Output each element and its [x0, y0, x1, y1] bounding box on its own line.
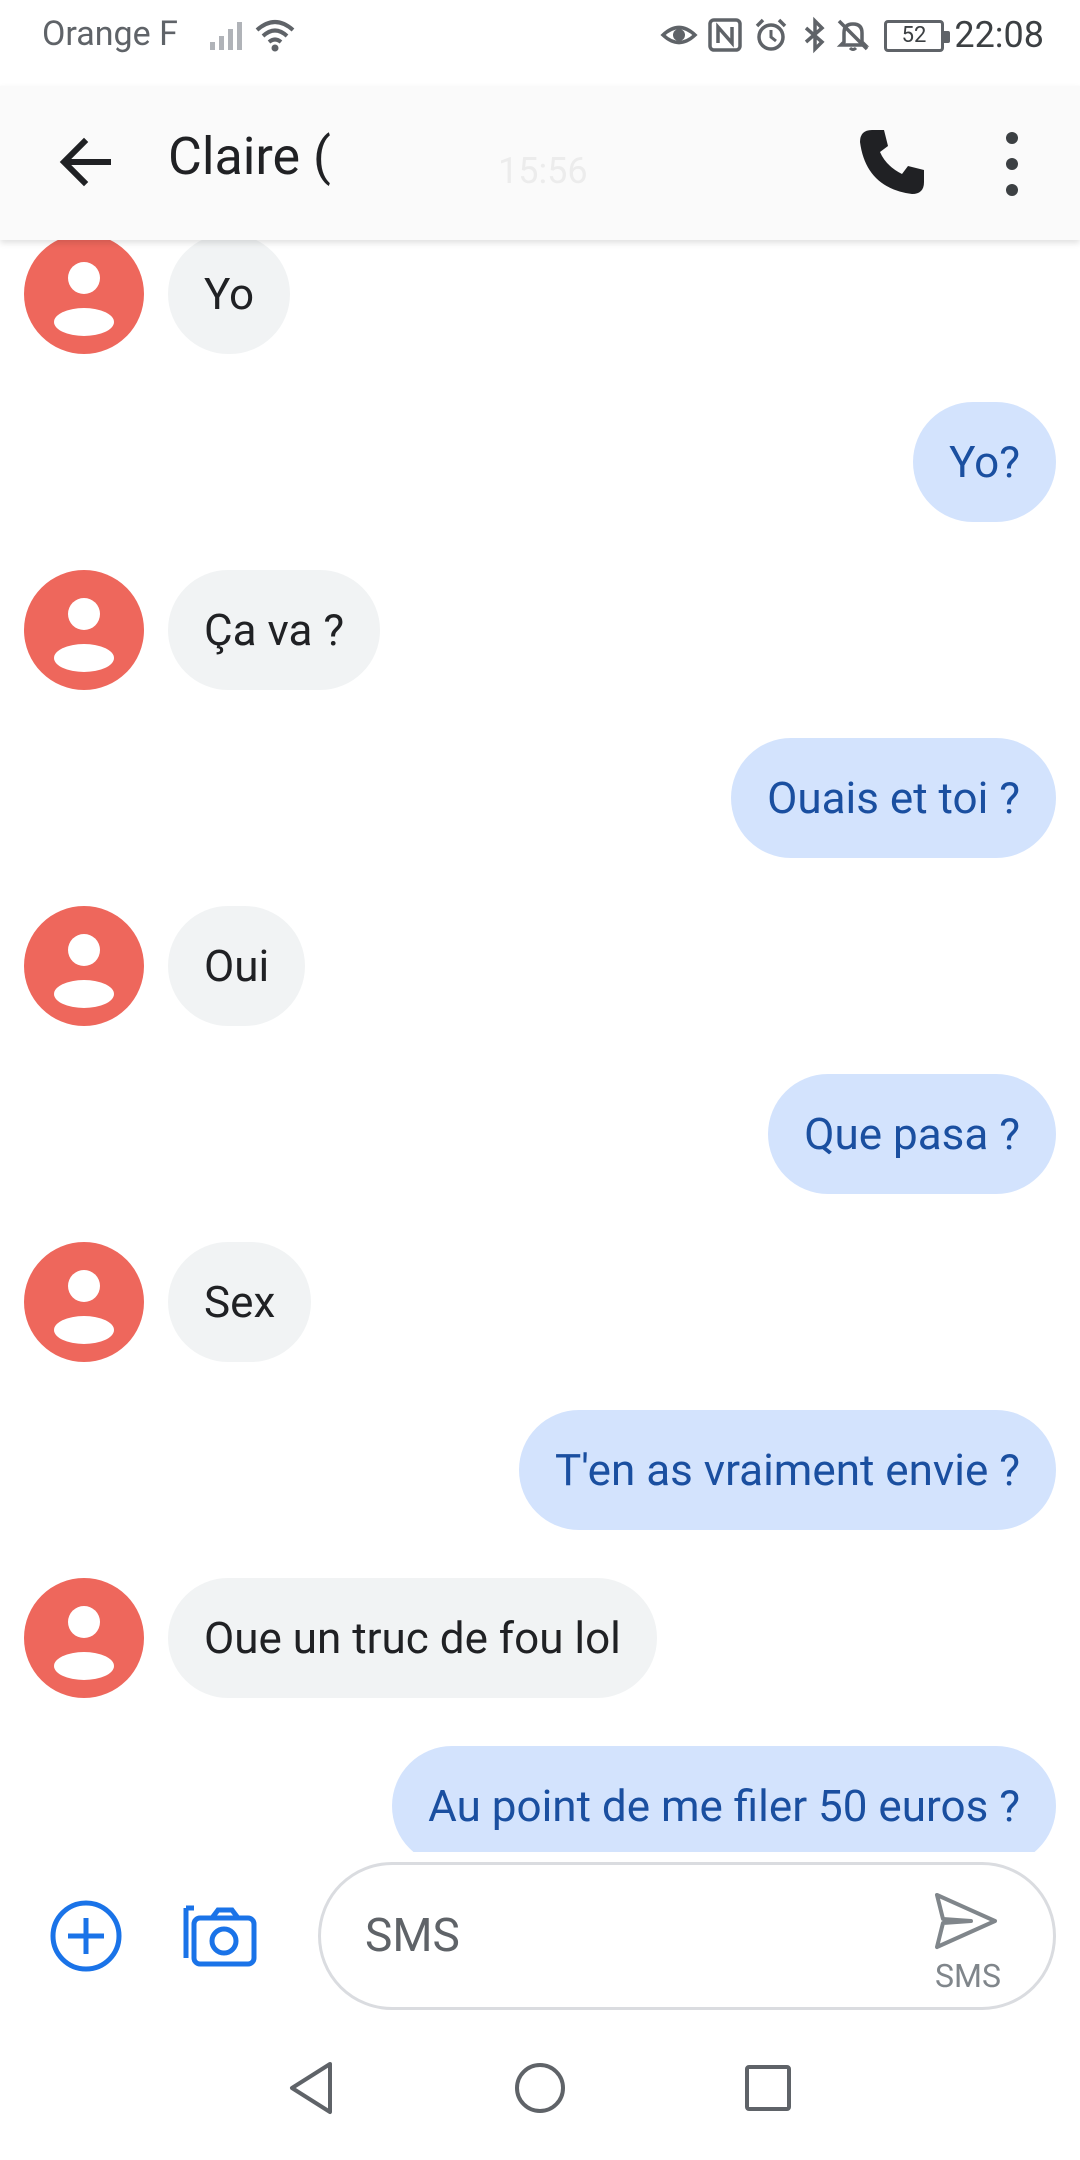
message-input-placeholder: SMS — [365, 1909, 460, 1963]
send-sms-label[interactable]: SMS — [931, 1957, 1005, 1995]
back-arrow-icon[interactable] — [52, 128, 120, 196]
nav-back-icon[interactable] — [280, 2056, 344, 2120]
outgoing-message[interactable]: Au point de me filer 50 euros ? — [0, 1746, 1080, 1852]
wifi-icon — [255, 20, 295, 52]
contact-avatar-icon[interactable] — [24, 570, 144, 690]
nav-home-icon[interactable] — [508, 2056, 572, 2120]
eye-icon — [660, 25, 698, 45]
status-bar: Orange F 52 22:08 — [0, 0, 1080, 72]
message-bubble-text[interactable]: Que pasa ? — [768, 1074, 1056, 1194]
nfc-icon — [708, 18, 742, 52]
message-bubble-text[interactable]: Yo — [168, 240, 291, 354]
contact-name[interactable]: Claire ( — [168, 126, 331, 187]
compose-bar: SMS SMS — [0, 1852, 1080, 2020]
alarm-icon — [755, 18, 787, 51]
incoming-message[interactable]: Oui — [0, 906, 1080, 1026]
contact-avatar-icon[interactable] — [24, 240, 144, 354]
add-attachment-icon[interactable] — [48, 1898, 124, 1974]
outgoing-message[interactable]: Que pasa ? — [0, 1074, 1080, 1194]
message-bubble-text[interactable]: Sex — [168, 1242, 312, 1362]
outgoing-message[interactable]: T'en as vraiment envie ? — [0, 1410, 1080, 1530]
contact-avatar-icon[interactable] — [24, 1242, 144, 1362]
incoming-message[interactable]: Sex — [0, 1242, 1080, 1362]
battery-indicator: 52 — [884, 20, 950, 52]
message-bubble-text[interactable]: Au point de me filer 50 euros ? — [392, 1746, 1056, 1852]
conversation-header: Claire ( 15:56 — [0, 86, 1080, 240]
notifications-off-icon — [836, 19, 870, 51]
message-bubble-text[interactable]: Yo? — [913, 402, 1056, 522]
incoming-message[interactable]: Oue un truc de fou lol — [0, 1578, 1080, 1698]
message-bubble-text[interactable]: Ouais et toi ? — [731, 738, 1056, 858]
signal-icon — [210, 22, 242, 50]
outgoing-message[interactable]: Ouais et toi ? — [0, 738, 1080, 858]
message-list[interactable]: Yo Yo? Ça va ? Ouais et toi ? Oui Que pasa ? S… — [0, 240, 1080, 1852]
incoming-message[interactable]: Ça va ? — [0, 570, 1080, 690]
bluetooth-icon — [804, 16, 825, 54]
carrier-name: Orange F — [42, 14, 178, 54]
outgoing-message[interactable]: Yo? — [0, 402, 1080, 522]
nav-recents-icon[interactable] — [736, 2056, 800, 2120]
message-bubble-text[interactable]: Oui — [168, 906, 306, 1026]
navigation-bar — [0, 2020, 1080, 2160]
contact-avatar-icon[interactable] — [24, 1578, 144, 1698]
camera-icon[interactable] — [180, 1896, 260, 1976]
ghost-timestamp: 15:56 — [498, 150, 588, 192]
message-bubble-text[interactable]: Oue un truc de fou lol — [168, 1578, 657, 1698]
contact-avatar-icon[interactable] — [24, 906, 144, 1026]
clock: 22:08 — [954, 14, 1044, 56]
more-vertical-icon[interactable] — [990, 126, 1034, 202]
incoming-message[interactable]: Yo — [0, 240, 1080, 354]
send-icon[interactable] — [931, 1889, 1001, 1953]
message-bubble-text[interactable]: T'en as vraiment envie ? — [519, 1410, 1056, 1530]
message-bubble-text[interactable]: Ça va ? — [168, 570, 381, 690]
phone-icon[interactable] — [852, 122, 932, 202]
message-input[interactable]: SMS SMS — [318, 1862, 1056, 2010]
